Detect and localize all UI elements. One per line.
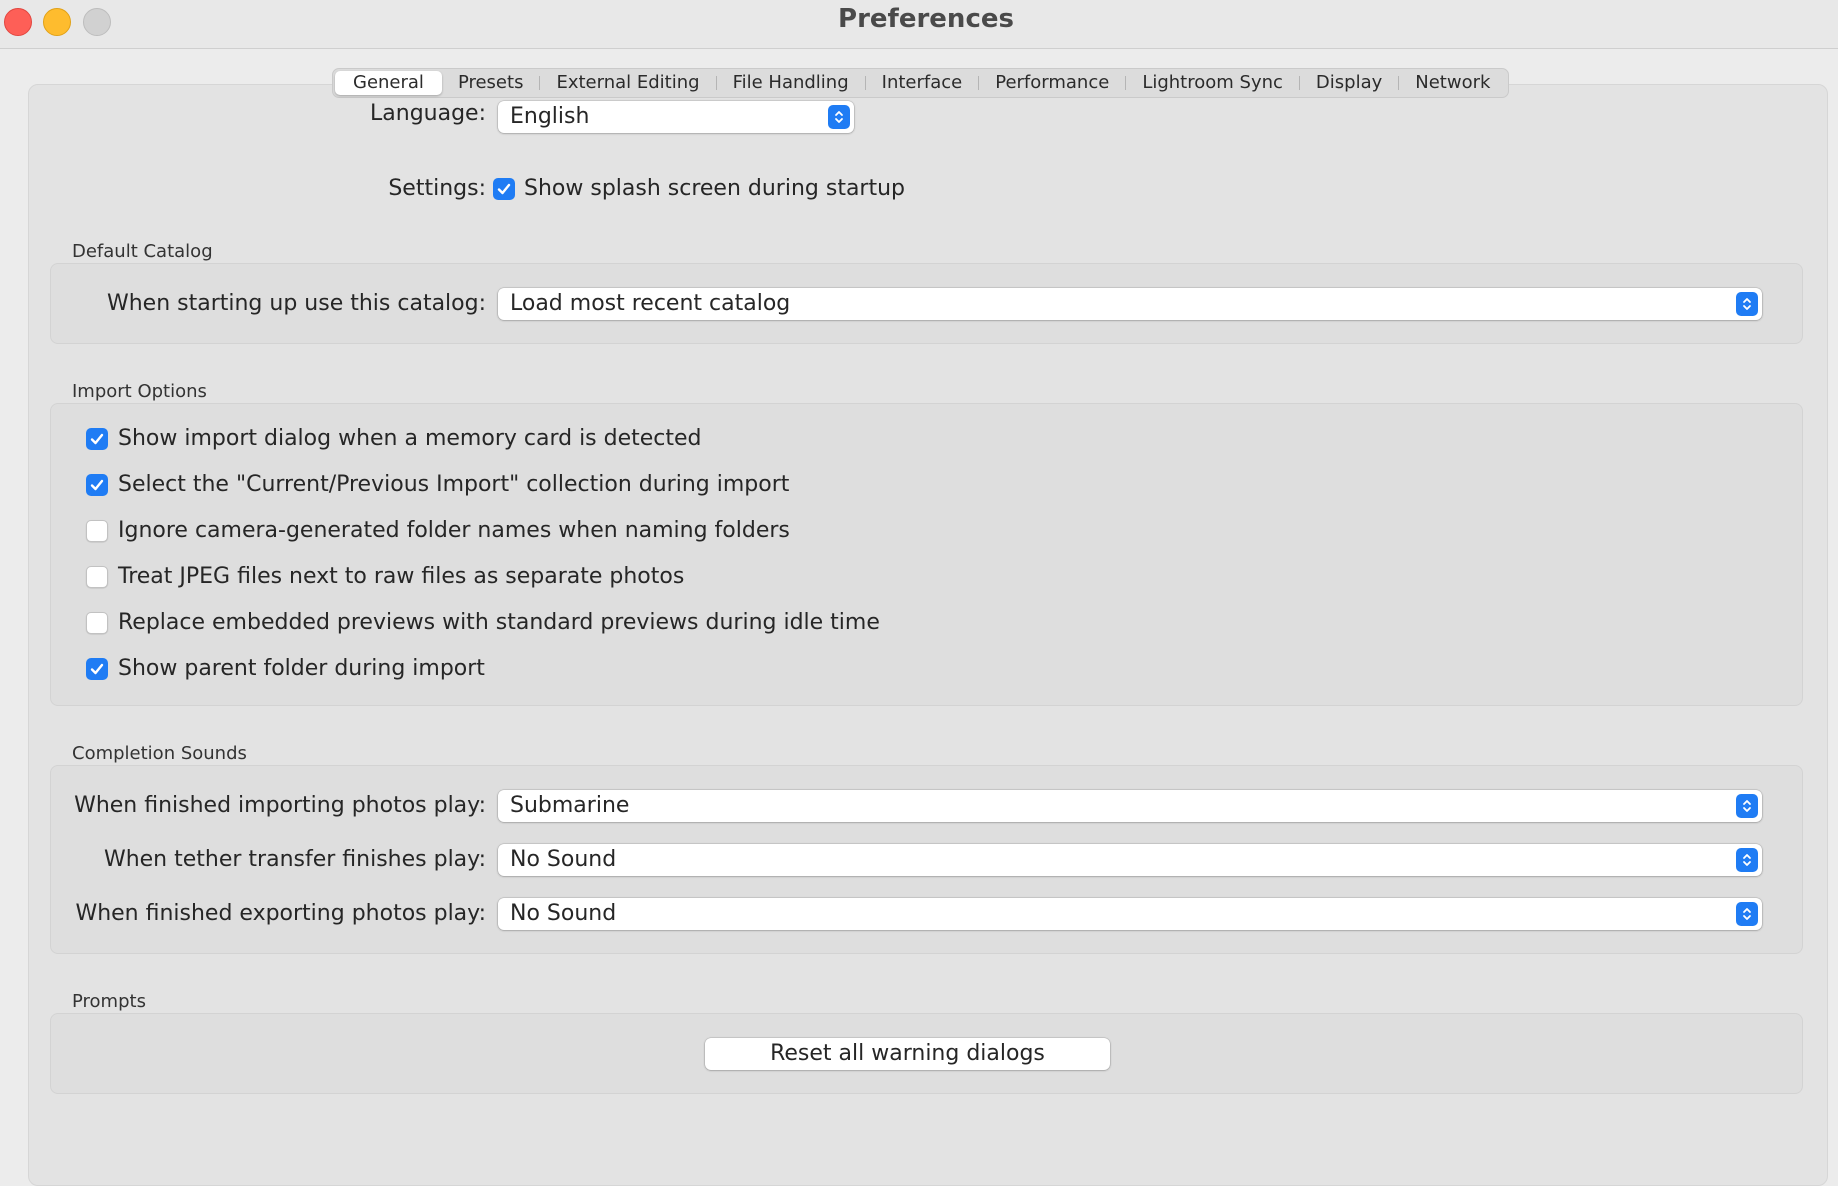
checkmark-icon [497, 183, 511, 195]
export-sound-value: No Sound [510, 901, 617, 926]
export-sound-select[interactable]: No Sound [498, 898, 1762, 930]
language-value: English [510, 104, 590, 129]
import-sound-label: When finished importing photos play: [74, 793, 486, 818]
splash-screen-label: Show splash screen during startup [524, 176, 906, 201]
tether-sound-select[interactable]: No Sound [498, 844, 1762, 876]
tab-lightroom-sync[interactable]: Lightroom Sync [1126, 71, 1299, 95]
show-parent-folder-label: Show parent folder during import [118, 656, 485, 681]
popup-chevron-icon [828, 105, 850, 129]
popup-chevron-icon [1736, 794, 1758, 818]
title-bar: Preferences [0, 0, 1838, 49]
window-title: Preferences [838, 4, 1014, 34]
treat-jpeg-separate-label: Treat JPEG files next to raw files as se… [118, 564, 685, 589]
show-parent-folder-checkbox[interactable] [86, 658, 108, 680]
tab-general[interactable]: General [335, 71, 442, 95]
select-current-import-label: Select the "Current/Previous Import" col… [118, 472, 790, 497]
import-sound-select[interactable]: Submarine [498, 790, 1762, 822]
settings-label: Settings: [388, 176, 486, 201]
popup-chevron-icon [1736, 902, 1758, 926]
ignore-folder-names-checkbox[interactable] [86, 520, 108, 542]
ignore-folder-names-label: Ignore camera-generated folder names whe… [118, 518, 790, 543]
tab-network[interactable]: Network [1399, 71, 1506, 95]
prompts-title: Prompts [72, 991, 146, 1012]
replace-previews-checkbox[interactable] [86, 612, 108, 634]
checkmark-icon [90, 479, 104, 491]
tab-external-editing[interactable]: External Editing [540, 71, 715, 95]
tab-performance[interactable]: Performance [979, 71, 1125, 95]
preferences-tab-bar: General Presets External Editing File Ha… [332, 68, 1510, 98]
language-label: Language: [370, 101, 486, 126]
checkmark-icon [90, 433, 104, 445]
splash-screen-checkbox[interactable] [493, 178, 515, 200]
startup-catalog-label: When starting up use this catalog: [106, 291, 486, 316]
tab-presets[interactable]: Presets [442, 71, 540, 95]
tab-interface[interactable]: Interface [866, 71, 979, 95]
completion-sounds-title: Completion Sounds [72, 743, 247, 764]
import-sound-value: Submarine [510, 793, 630, 818]
import-options-title: Import Options [72, 381, 207, 402]
startup-catalog-value: Load most recent catalog [510, 291, 791, 316]
import-dialog-checkbox[interactable] [86, 428, 108, 450]
popup-chevron-icon [1736, 292, 1758, 316]
default-catalog-title: Default Catalog [72, 241, 213, 262]
reset-warning-dialogs-button[interactable]: Reset all warning dialogs [705, 1038, 1110, 1070]
import-dialog-label: Show import dialog when a memory card is… [118, 426, 702, 451]
checkmark-icon [90, 663, 104, 675]
startup-catalog-select[interactable]: Load most recent catalog [498, 288, 1762, 320]
treat-jpeg-separate-checkbox[interactable] [86, 566, 108, 588]
replace-previews-label: Replace embedded previews with standard … [118, 610, 880, 635]
tab-display[interactable]: Display [1300, 71, 1398, 95]
select-current-import-checkbox[interactable] [86, 474, 108, 496]
popup-chevron-icon [1736, 848, 1758, 872]
tether-sound-value: No Sound [510, 847, 617, 872]
export-sound-label: When finished exporting photos play: [75, 901, 486, 926]
language-select[interactable]: English [498, 101, 854, 133]
tab-file-handling[interactable]: File Handling [717, 71, 865, 95]
tether-sound-label: When tether transfer finishes play: [103, 847, 486, 872]
